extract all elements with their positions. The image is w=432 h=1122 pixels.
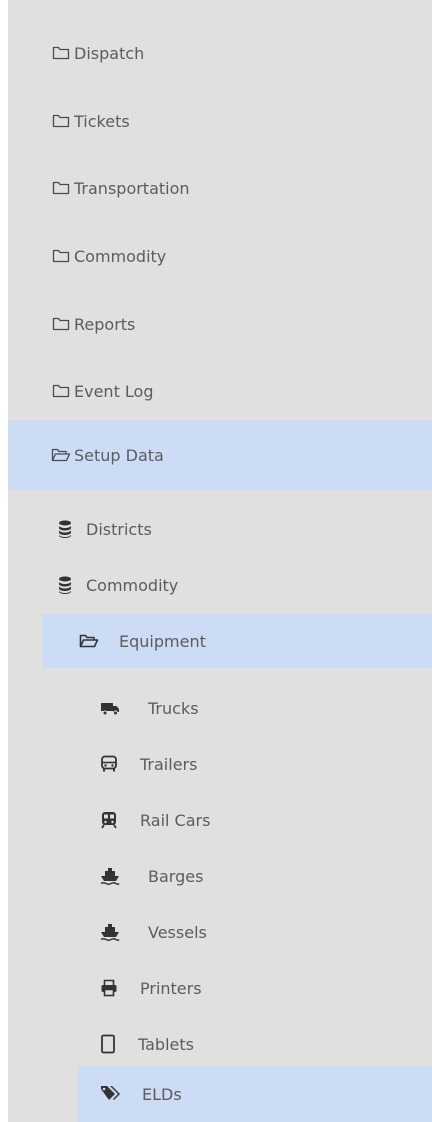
nav-item-rail-cars[interactable]: Rail Cars xyxy=(100,802,432,838)
nav-item-label: Tickets xyxy=(74,111,130,131)
nav-item-label: Printers xyxy=(140,978,202,998)
nav-item-commodity-setup[interactable]: Commodity xyxy=(58,567,432,603)
folder-open-icon xyxy=(79,633,119,649)
nav-item-elds[interactable]: ELDs xyxy=(78,1066,432,1122)
folder-icon xyxy=(48,113,74,129)
nav-item-label: Setup Data xyxy=(74,445,164,465)
folder-icon xyxy=(48,180,74,196)
nav-item-label: Rail Cars xyxy=(140,810,211,830)
print-icon xyxy=(100,979,140,997)
nav-item-label: ELDs xyxy=(142,1084,182,1104)
nav-item-tablets[interactable]: Tablets xyxy=(100,1026,432,1062)
ship-icon xyxy=(100,867,148,885)
nav-item-commodity[interactable]: Commodity xyxy=(8,233,432,279)
tags-icon xyxy=(100,1085,142,1103)
nav-item-barges[interactable]: Barges xyxy=(100,858,432,894)
folder-icon xyxy=(48,383,74,399)
nav-item-label: Equipment xyxy=(119,631,206,651)
folder-open-icon xyxy=(48,447,74,463)
nav-item-tickets[interactable]: Tickets xyxy=(8,98,432,144)
bus-icon xyxy=(100,755,140,773)
nav-item-label: Tablets xyxy=(138,1034,194,1054)
nav-item-label: Trailers xyxy=(140,754,198,774)
nav-item-label: Commodity xyxy=(86,575,179,595)
nav-item-trucks[interactable]: Trucks xyxy=(100,690,432,726)
nav-item-event-log[interactable]: Event Log xyxy=(8,368,432,414)
nav-item-label: Districts xyxy=(86,519,152,539)
tablet-icon xyxy=(100,1034,138,1054)
nav-item-label: Barges xyxy=(148,866,204,886)
nav-item-trailers[interactable]: Trailers xyxy=(100,746,432,782)
nav-item-label: Event Log xyxy=(74,381,154,401)
nav-item-setup-data[interactable]: Setup Data xyxy=(8,420,432,490)
ship-icon xyxy=(100,923,148,941)
truck-icon xyxy=(100,700,148,716)
train-icon xyxy=(100,811,140,829)
database-icon xyxy=(58,520,86,538)
nav-item-label: Dispatch xyxy=(74,43,145,63)
nav-item-transportation[interactable]: Transportation xyxy=(8,165,432,211)
nav-item-printers[interactable]: Printers xyxy=(100,970,432,1006)
nav-item-label: Reports xyxy=(74,314,136,334)
folder-icon xyxy=(48,248,74,264)
nav-item-label: Trucks xyxy=(148,698,199,718)
nav-item-districts[interactable]: Districts xyxy=(58,511,432,547)
nav-item-reports[interactable]: Reports xyxy=(8,301,432,347)
nav-item-equipment[interactable]: Equipment xyxy=(42,614,432,668)
folder-icon xyxy=(48,45,74,61)
folder-icon xyxy=(48,316,74,332)
nav-item-label: Commodity xyxy=(74,246,167,266)
database-icon xyxy=(58,576,86,594)
nav-item-label: Transportation xyxy=(74,178,190,198)
nav-item-dispatch[interactable]: Dispatch xyxy=(8,30,432,76)
nav-item-vessels[interactable]: Vessels xyxy=(100,914,432,950)
nav-item-label: Vessels xyxy=(148,922,207,942)
